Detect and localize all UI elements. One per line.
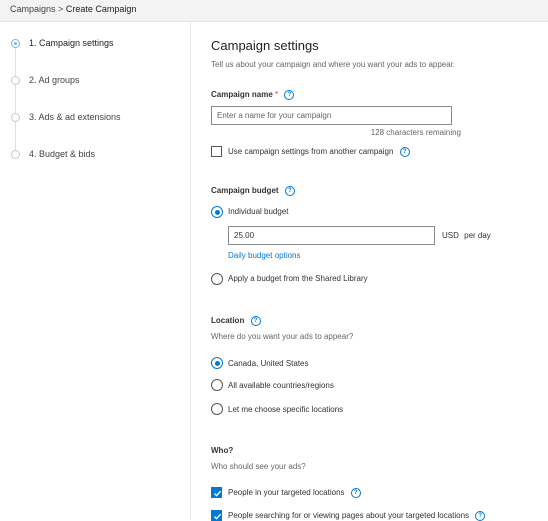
step-ads-extensions[interactable]: 3. Ads & ad extensions — [11, 110, 121, 124]
help-circle-icon[interactable]: ? — [350, 488, 361, 498]
step-connector-line — [15, 44, 16, 156]
shared-library-budget-radio[interactable] — [211, 273, 223, 285]
step-budget-bids[interactable]: 4. Budget & bids — [11, 147, 95, 161]
location-option-radio[interactable] — [211, 403, 223, 415]
copy-settings-label-text: Use campaign settings from another campa… — [228, 147, 394, 157]
help-circle-icon[interactable]: ? — [284, 186, 295, 196]
who-label: Who? — [211, 446, 234, 455]
help-circle-icon[interactable]: ? — [399, 147, 410, 157]
help-circle-icon[interactable]: ? — [250, 316, 261, 326]
individual-budget-label: Individual budget — [228, 207, 289, 216]
step-label: 3. Ads & ad extensions — [29, 112, 121, 122]
top-bar: Campaigns > Create Campaign — [0, 0, 548, 22]
location-label: Location ? — [211, 316, 261, 326]
step-dot-icon — [11, 112, 20, 122]
shared-library-budget-label: Apply a budget from the Shared Library — [228, 274, 368, 283]
breadcrumb: Campaigns > Create Campaign — [10, 4, 136, 14]
location-question: Where do you want your ads to appear? — [211, 332, 354, 341]
who-option-label-text: People in your targeted locations — [228, 488, 345, 498]
characters-remaining: 128 characters remaining — [370, 128, 461, 137]
individual-budget-radio[interactable] — [211, 206, 223, 218]
page-title: Campaign settings — [211, 38, 319, 53]
campaign-budget-label-text: Campaign budget — [211, 186, 279, 196]
who-question: Who should see your ads? — [211, 462, 306, 471]
campaign-settings-form: Campaign settings Tell us about your cam… — [191, 22, 548, 521]
location-label-text: Location — [211, 316, 245, 326]
budget-amount-input[interactable] — [228, 226, 435, 245]
step-dot-icon — [11, 75, 20, 85]
location-option-radio[interactable] — [211, 357, 223, 369]
who-option-checkbox[interactable] — [211, 510, 222, 521]
campaign-name-input[interactable] — [211, 106, 452, 125]
who-option-label: People in your targeted locations ? — [228, 488, 361, 498]
location-option-radio[interactable] — [211, 379, 223, 391]
campaign-name-label-text: Campaign name — [211, 90, 273, 100]
location-option-label: Let me choose specific locations — [228, 405, 344, 414]
campaign-budget-label: Campaign budget ? — [211, 186, 295, 196]
budget-period: per day — [464, 231, 491, 240]
breadcrumb-campaigns-link[interactable]: Campaigns — [10, 4, 56, 14]
location-option-label: All available countries/regions — [228, 381, 334, 390]
currency-code: USD — [442, 231, 459, 240]
steps-sidebar: 1. Campaign settings 2. Ad groups 3. Ads… — [0, 22, 191, 520]
copy-settings-checkbox[interactable] — [211, 146, 222, 157]
step-campaign-settings[interactable]: 1. Campaign settings — [11, 36, 114, 50]
step-dot-icon — [11, 38, 20, 48]
breadcrumb-current: Create Campaign — [65, 4, 137, 14]
who-option-checkbox[interactable] — [211, 487, 222, 498]
breadcrumb-separator: > — [58, 4, 64, 14]
page-subtitle: Tell us about your campaign and where yo… — [211, 60, 456, 69]
checkmark-icon — [214, 490, 222, 497]
help-circle-icon[interactable]: ? — [284, 90, 295, 100]
step-label: 4. Budget & bids — [29, 149, 96, 159]
who-option-label-text: People searching for or viewing pages ab… — [228, 511, 470, 521]
step-label: 1. Campaign settings — [29, 38, 114, 48]
step-ad-groups[interactable]: 2. Ad groups — [11, 73, 80, 87]
budget-currency: USD per day — [442, 231, 491, 240]
campaign-name-label: Campaign name * ? — [211, 90, 295, 100]
location-option-label: Canada, United States — [228, 359, 309, 368]
step-label: 2. Ad groups — [29, 75, 80, 85]
daily-budget-options-link[interactable]: Daily budget options — [228, 251, 301, 260]
step-dot-icon — [11, 149, 20, 159]
copy-settings-label: Use campaign settings from another campa… — [228, 147, 410, 157]
required-marker: * — [275, 90, 279, 100]
